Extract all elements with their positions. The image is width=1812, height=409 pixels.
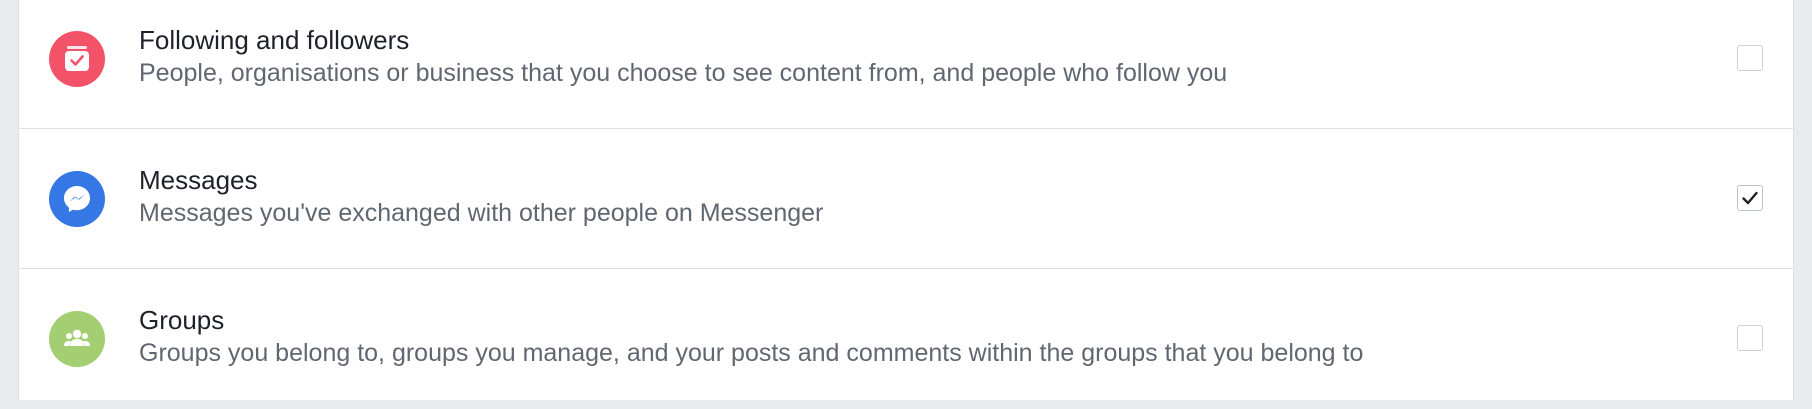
groups-icon [49,311,105,367]
checkmark-icon [1742,191,1758,205]
list-item-groups: Groups Groups you belong to, groups you … [19,269,1793,409]
calendar-check-icon [49,31,105,87]
list-item-following-and-followers: Following and followers People, organisa… [19,0,1793,129]
item-title: Messages [139,165,258,195]
item-title: Following and followers [139,25,410,55]
item-description: People, organisations or business that y… [139,59,1228,87]
groups-checkbox[interactable] [1737,325,1763,351]
item-title: Groups [139,305,225,335]
item-description: Groups you belong to, groups you manage,… [139,339,1364,367]
following-and-followers-checkbox[interactable] [1737,45,1763,71]
item-description: Messages you've exchanged with other peo… [139,199,824,227]
list-item-messages: Messages Messages you've exchanged with … [19,129,1793,269]
messages-checkbox[interactable] [1737,185,1763,211]
data-category-list: Following and followers People, organisa… [18,0,1794,400]
messenger-icon [49,171,105,227]
